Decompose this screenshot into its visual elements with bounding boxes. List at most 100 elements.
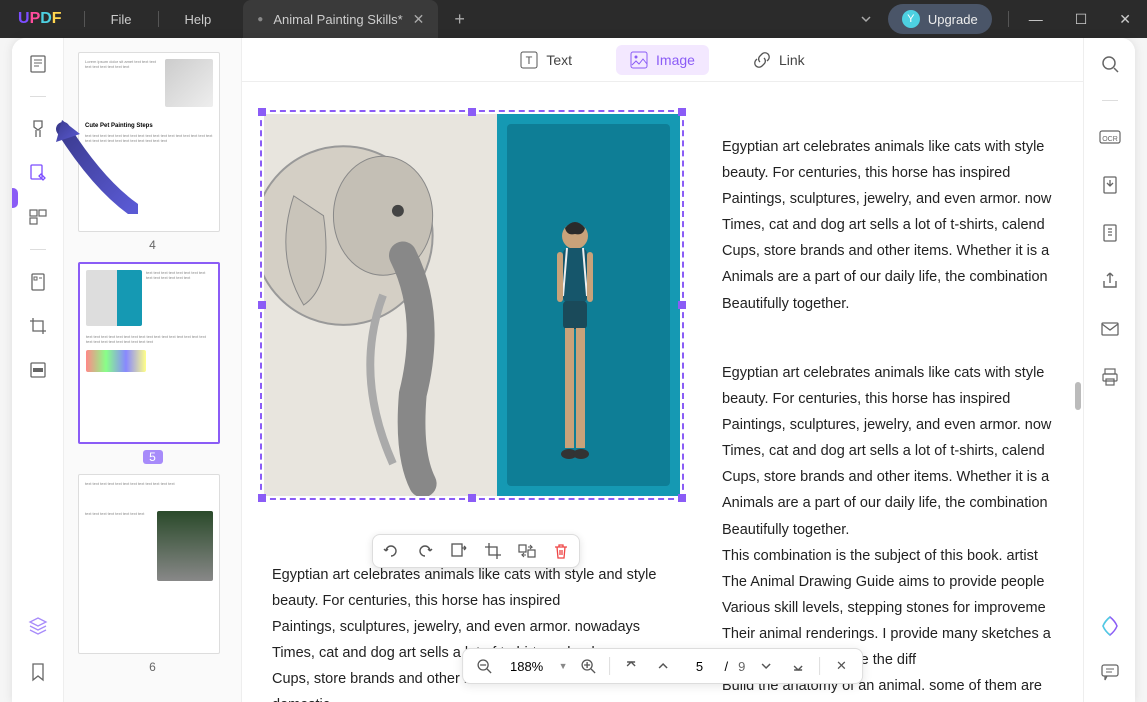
document-tab[interactable]: ● Animal Painting Skills* ✕ <box>243 0 438 38</box>
document-text-block[interactable]: Egyptian art celebrates animals like cat… <box>722 134 1062 317</box>
reader-tool-icon[interactable] <box>26 52 50 76</box>
page-total: 9 <box>738 659 745 674</box>
edit-text-label: Text <box>546 52 572 68</box>
page-nav-bar: 188% ▼ / 9 ✕ <box>462 648 864 684</box>
separator <box>30 249 46 250</box>
upgrade-button[interactable]: Y Upgrade <box>888 4 992 34</box>
edit-text-button[interactable]: T Text <box>506 45 586 75</box>
svg-text:OCR: OCR <box>1102 136 1118 143</box>
redact-tool-icon[interactable] <box>26 358 50 382</box>
next-page-button[interactable] <box>755 655 777 677</box>
main-content: T Text Image Link <box>242 38 1083 702</box>
resize-handle[interactable] <box>258 108 266 116</box>
zoom-dropdown-icon[interactable]: ▼ <box>559 661 568 671</box>
resize-handle[interactable] <box>468 108 476 116</box>
rotate-left-icon[interactable] <box>381 541 401 561</box>
page-separator: / <box>725 659 729 674</box>
menu-help[interactable]: Help <box>163 12 234 27</box>
person-illustration <box>545 216 605 496</box>
separator <box>610 657 611 675</box>
email-icon[interactable] <box>1098 317 1122 341</box>
convert-icon[interactable] <box>1098 173 1122 197</box>
upgrade-label: Upgrade <box>928 12 978 27</box>
thumbnail-page-6[interactable]: text text text text text text text text … <box>78 474 227 674</box>
elephant-illustration <box>264 114 522 496</box>
prev-page-button[interactable] <box>653 655 675 677</box>
bookmark-icon[interactable] <box>26 660 50 684</box>
separator <box>1008 11 1009 27</box>
print-icon[interactable] <box>1098 365 1122 389</box>
scrollbar-thumb[interactable] <box>1075 382 1081 410</box>
ai-icon[interactable] <box>1098 614 1122 638</box>
edit-image-button[interactable]: Image <box>616 45 709 75</box>
resize-handle[interactable] <box>678 301 686 309</box>
workspace: Lorem ipsum dolor sit amet text text tex… <box>12 38 1135 702</box>
titlebar: UPDF File Help ● Animal Painting Skills*… <box>0 0 1147 38</box>
edit-tool-icon[interactable] <box>26 161 50 185</box>
resize-handle[interactable] <box>678 494 686 502</box>
text-icon: T <box>520 51 538 69</box>
rotate-right-icon[interactable] <box>415 541 435 561</box>
first-page-button[interactable] <box>621 655 643 677</box>
thumb-page-number: 4 <box>78 238 227 252</box>
zoom-out-button[interactable] <box>473 655 495 677</box>
document-area[interactable]: Egyptian art celebrates animals like cat… <box>242 82 1083 702</box>
menu-file[interactable]: File <box>89 12 154 27</box>
resize-handle[interactable] <box>258 301 266 309</box>
zoom-in-button[interactable] <box>578 655 600 677</box>
search-icon[interactable] <box>1098 52 1122 76</box>
edit-link-label: Link <box>779 52 805 68</box>
thumbnail-page-5[interactable]: text text text text text text text text … <box>78 262 227 464</box>
last-page-button[interactable] <box>787 655 809 677</box>
comment-icon[interactable] <box>1098 660 1122 684</box>
tab-modified-indicator: ● <box>257 14 263 25</box>
ocr-icon[interactable]: OCR <box>1098 125 1122 149</box>
page-number-input[interactable] <box>685 659 715 674</box>
close-nav-button[interactable]: ✕ <box>830 655 852 677</box>
separator <box>30 96 46 97</box>
user-avatar: Y <box>902 10 920 28</box>
thumb-page-number: 5 <box>143 450 163 464</box>
svg-text:T: T <box>526 55 533 67</box>
compress-icon[interactable] <box>1098 221 1122 245</box>
tab-title: Animal Painting Skills* <box>273 12 402 27</box>
resize-handle[interactable] <box>258 494 266 502</box>
organize-tool-icon[interactable] <box>26 205 50 229</box>
resize-handle[interactable] <box>678 108 686 116</box>
edit-toolbar: T Text Image Link <box>242 38 1083 82</box>
right-tool-sidebar: OCR <box>1083 38 1135 702</box>
panel-edge-handle[interactable] <box>12 188 18 208</box>
replace-image-icon[interactable] <box>517 541 537 561</box>
close-window-button[interactable]: ✕ <box>1103 11 1147 28</box>
edit-image-label: Image <box>656 52 695 68</box>
crop-image-icon[interactable] <box>483 541 503 561</box>
separator <box>819 657 820 675</box>
share-icon[interactable] <box>1098 269 1122 293</box>
thumbnail-panel: Lorem ipsum dolor sit amet text text tex… <box>64 38 242 702</box>
thumb-heading: Cute Pet Painting Steps <box>85 123 213 129</box>
delete-icon[interactable] <box>551 541 571 561</box>
layers-icon[interactable] <box>26 614 50 638</box>
crop-tool-icon[interactable] <box>26 314 50 338</box>
separator <box>84 11 85 27</box>
separator <box>1102 100 1118 101</box>
separator <box>158 11 159 27</box>
image-icon <box>630 51 648 69</box>
resize-handle[interactable] <box>468 494 476 502</box>
thumbnail-page-4[interactable]: Lorem ipsum dolor sit amet text text tex… <box>78 52 227 252</box>
selected-image[interactable] <box>260 110 684 500</box>
maximize-button[interactable]: ☐ <box>1059 11 1104 28</box>
new-tab-button[interactable]: + <box>438 9 481 30</box>
extract-icon[interactable] <box>449 541 469 561</box>
left-tool-sidebar <box>12 38 64 702</box>
minimize-button[interactable]: — <box>1013 11 1059 27</box>
thumb-page-number: 6 <box>78 660 227 674</box>
zoom-value: 188% <box>505 659 549 674</box>
link-icon <box>753 51 771 69</box>
forms-tool-icon[interactable] <box>26 270 50 294</box>
app-logo: UPDF <box>0 10 80 28</box>
close-icon[interactable]: ✕ <box>413 11 425 28</box>
chevron-down-icon[interactable] <box>844 13 888 25</box>
edit-link-button[interactable]: Link <box>739 45 819 75</box>
annotate-tool-icon[interactable] <box>26 117 50 141</box>
